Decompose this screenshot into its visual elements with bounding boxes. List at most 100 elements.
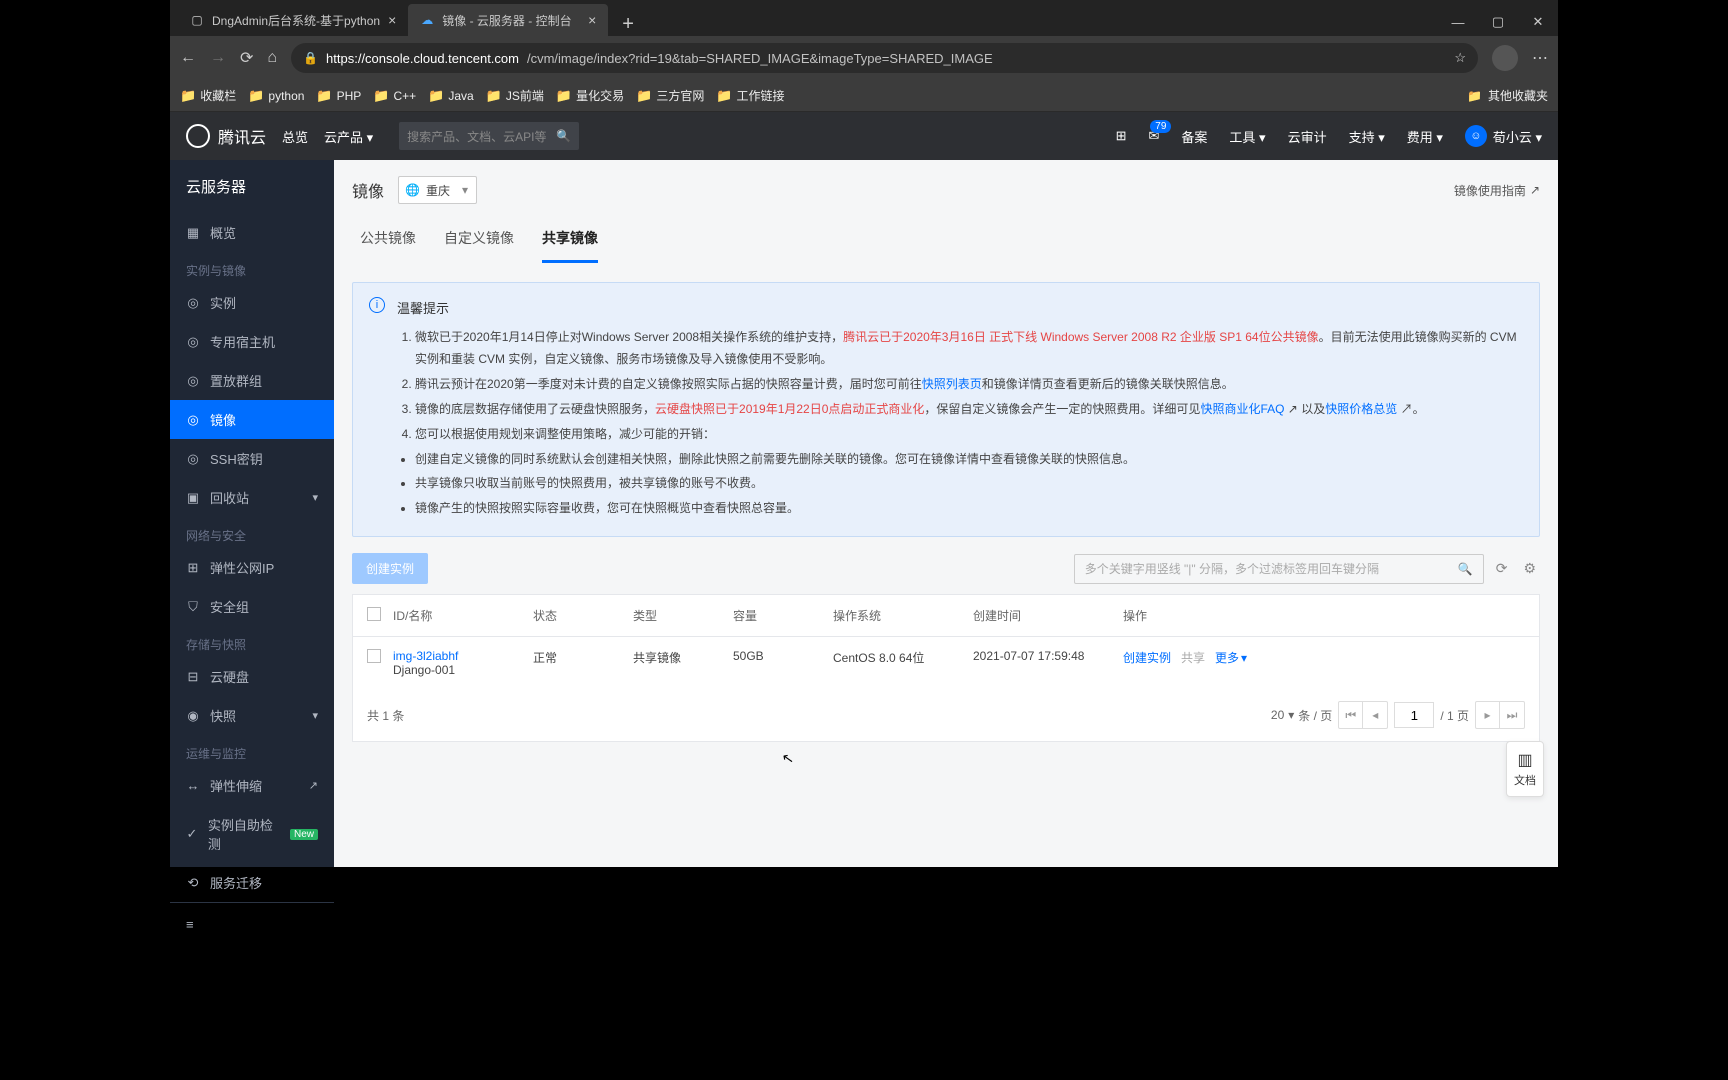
- page-size-select[interactable]: 20▾条 / 页: [1271, 707, 1332, 724]
- folder-icon: 📁: [486, 88, 502, 104]
- sidebar-item-instance[interactable]: ◎实例: [170, 283, 334, 322]
- bookmark[interactable]: 📁工作链接: [716, 87, 784, 104]
- sidebar-item-migrate[interactable]: ⟲服务迁移: [170, 863, 334, 902]
- nav-products[interactable]: 云产品 ▾: [324, 127, 373, 146]
- page-last[interactable]: ⏭: [1500, 702, 1524, 728]
- nav-item[interactable]: 支持 ▾: [1349, 127, 1385, 146]
- nav-item[interactable]: 备案: [1181, 127, 1207, 146]
- th: 状态: [533, 607, 633, 624]
- check-icon: ✓: [186, 826, 198, 842]
- sidebar-item-autoscale[interactable]: ↔弹性伸缩↗: [170, 766, 334, 805]
- collapse-icon: ≡: [186, 917, 194, 932]
- bookmark[interactable]: 📁收藏栏: [180, 87, 236, 104]
- close-icon[interactable]: ×: [388, 12, 396, 28]
- link-snapshot-list[interactable]: 快照列表页: [922, 377, 982, 391]
- sidebar-item-host[interactable]: ◎专用宿主机: [170, 322, 334, 361]
- address-bar[interactable]: 🔒 https://console.cloud.tencent.com/cvm/…: [291, 43, 1478, 73]
- settings-icon[interactable]: ⚙: [1519, 560, 1540, 577]
- filter-placeholder: 多个关键字用竖线 "|" 分隔，多个过滤标签用回车键分隔: [1085, 560, 1379, 577]
- browser-tab-active[interactable]: ☁ 镜像 - 云服务器 - 控制台 ×: [408, 4, 608, 36]
- bookmark[interactable]: 📁PHP: [316, 88, 361, 104]
- sidebar-item-placement[interactable]: ◎置放群组: [170, 361, 334, 400]
- link-faq[interactable]: 快照商业化FAQ: [1200, 402, 1284, 416]
- browser-tab[interactable]: ▢ DngAdmin后台系统-基于python ×: [178, 4, 408, 36]
- link-price[interactable]: 快照价格总览: [1325, 402, 1397, 416]
- page-next[interactable]: ▸: [1476, 702, 1500, 728]
- apps-icon[interactable]: ⊞: [1116, 128, 1127, 144]
- bookmark[interactable]: 📁JS前端: [486, 87, 544, 104]
- folder-icon: 📁: [248, 88, 264, 104]
- nav-item[interactable]: 云审计: [1288, 127, 1327, 146]
- image-id-link[interactable]: img-3l2iabhf: [393, 649, 533, 663]
- checkbox-all[interactable]: [367, 607, 381, 621]
- bookmark[interactable]: 📁python: [248, 88, 304, 104]
- search-placeholder: 搜索产品、文档、云API等: [407, 128, 546, 145]
- tab-public-image[interactable]: 公共镜像: [360, 220, 416, 263]
- book-icon: ▥: [1517, 750, 1532, 770]
- sidebar-item-secgroup[interactable]: ⛉安全组: [170, 587, 334, 626]
- close-window-button[interactable]: ✕: [1518, 8, 1558, 36]
- refresh-icon[interactable]: ⟳: [1492, 560, 1512, 577]
- bookmark[interactable]: 📁量化交易: [556, 87, 624, 104]
- bookmark[interactable]: 📁Java: [428, 88, 474, 104]
- camera-icon: ◉: [186, 708, 200, 724]
- folder-icon: 📁: [428, 88, 444, 104]
- header-search[interactable]: 搜索产品、文档、云API等 🔍: [399, 122, 579, 150]
- sidebar-collapse[interactable]: ≡: [170, 902, 334, 946]
- create-instance-button[interactable]: 创建实例: [352, 553, 428, 584]
- sidebar-item-ssh[interactable]: ◎SSH密钥: [170, 439, 334, 478]
- region-selector[interactable]: 🌐 重庆 ▾: [398, 176, 477, 204]
- other-bookmarks[interactable]: 📁其他收藏夹: [1467, 87, 1548, 104]
- op-share[interactable]: 共享: [1181, 649, 1205, 666]
- minimize-button[interactable]: —: [1438, 8, 1478, 36]
- sidebar-item-image[interactable]: ◎镜像: [170, 400, 334, 439]
- avatar: ☺: [1465, 125, 1487, 147]
- new-tab-button[interactable]: +: [608, 13, 648, 36]
- back-button[interactable]: ←: [180, 49, 196, 67]
- nav-item[interactable]: 工具 ▾: [1229, 127, 1265, 146]
- home-button[interactable]: ⌂: [267, 49, 277, 67]
- doc-fab[interactable]: ▥ 文档: [1506, 741, 1544, 797]
- trash-icon: ▣: [186, 490, 200, 506]
- forward-button[interactable]: →: [210, 49, 226, 67]
- star-icon[interactable]: ☆: [1454, 50, 1466, 66]
- tab-custom-image[interactable]: 自定义镜像: [444, 220, 514, 263]
- maximize-button[interactable]: ▢: [1478, 8, 1518, 36]
- user-menu[interactable]: ☺荀小云 ▾: [1465, 125, 1542, 147]
- menu-icon[interactable]: ⋯: [1532, 48, 1548, 68]
- refresh-button[interactable]: ⟳: [240, 48, 253, 68]
- brand-text: 腾讯云: [218, 124, 266, 148]
- close-icon[interactable]: ×: [588, 12, 596, 28]
- page-number-input[interactable]: [1394, 702, 1434, 728]
- circle-icon: ◎: [186, 373, 200, 389]
- th: 操作系统: [833, 607, 973, 624]
- profile-icon[interactable]: [1492, 45, 1518, 71]
- sidebar-item-selfcheck[interactable]: ✓实例自助检测New: [170, 805, 334, 863]
- mail-icon[interactable]: ✉79: [1149, 128, 1160, 144]
- page-prev[interactable]: ◂: [1363, 702, 1387, 728]
- page-icon: ▢: [190, 13, 204, 27]
- alert-item: 镜像的底层数据存储使用了云硬盘快照服务，云硬盘快照已于2019年1月22日0点启…: [415, 398, 1521, 421]
- nav-item[interactable]: 费用 ▾: [1407, 127, 1443, 146]
- table-header: ID/名称 状态 类型 容量 操作系统 创建时间 操作: [353, 595, 1539, 637]
- sidebar-item-snapshot[interactable]: ◉快照▾: [170, 696, 334, 735]
- sidebar-overview[interactable]: ▦概览: [170, 213, 334, 252]
- op-create-instance[interactable]: 创建实例: [1123, 649, 1171, 666]
- lock-icon: 🔒: [303, 51, 318, 65]
- bookmark[interactable]: 📁三方官网: [636, 87, 704, 104]
- shield-icon: ⛉: [186, 599, 200, 615]
- cell-created: 2021-07-07 17:59:48: [973, 649, 1123, 663]
- page-first[interactable]: ⏮: [1339, 702, 1363, 728]
- op-more[interactable]: 更多▾: [1215, 649, 1247, 666]
- help-guide-link[interactable]: 镜像使用指南↗: [1454, 182, 1540, 199]
- sidebar-item-eip[interactable]: ⊞弹性公网IP: [170, 548, 334, 587]
- tab-title: 镜像 - 云服务器 - 控制台: [442, 12, 571, 29]
- sidebar-item-cbs[interactable]: ⊟云硬盘: [170, 657, 334, 696]
- nav-overview[interactable]: 总览: [282, 127, 308, 146]
- checkbox-row[interactable]: [367, 649, 381, 663]
- bookmark[interactable]: 📁C++: [373, 88, 416, 104]
- brand-logo[interactable]: 腾讯云: [186, 124, 266, 148]
- filter-input[interactable]: 多个关键字用竖线 "|" 分隔，多个过滤标签用回车键分隔 🔍: [1074, 554, 1484, 584]
- sidebar-item-recycle[interactable]: ▣回收站▾: [170, 478, 334, 517]
- tab-shared-image[interactable]: 共享镜像: [542, 220, 598, 263]
